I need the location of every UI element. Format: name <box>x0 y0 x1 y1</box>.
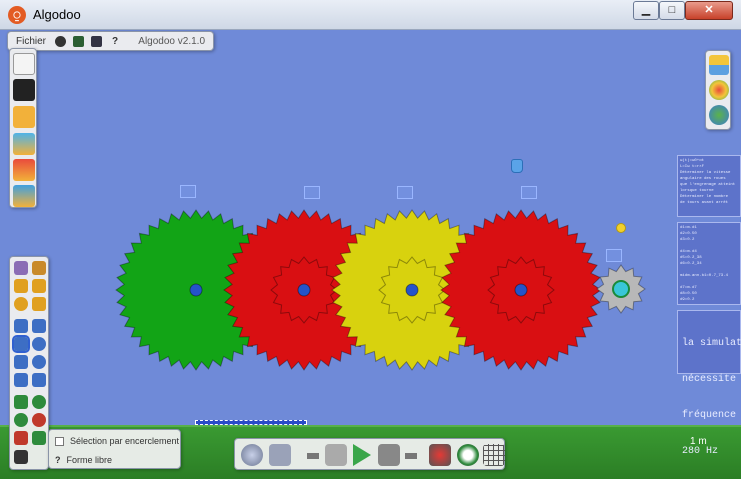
spring-tool-icon[interactable] <box>14 395 28 409</box>
simulation-notice: la simulati nécessite fréquence 280 Hz e… <box>677 310 741 457</box>
drag-tool-icon[interactable] <box>32 279 46 293</box>
export-icon[interactable] <box>73 36 84 47</box>
help-icon[interactable]: ? <box>55 455 61 465</box>
texture-tool-icon[interactable] <box>14 450 28 464</box>
hinge-tool-icon[interactable] <box>14 413 28 427</box>
gear-axle[interactable] <box>189 283 203 297</box>
help-icon[interactable]: ? <box>112 36 118 47</box>
close-button[interactable]: ✕ <box>685 1 733 20</box>
pencil-tool-icon[interactable] <box>32 261 46 275</box>
algodoo-logo-icon: ⍜ <box>8 6 26 24</box>
move-tool-icon[interactable] <box>14 279 28 293</box>
gear-label[interactable] <box>304 186 320 199</box>
menu-bar: Fichier ? Algodoo v2.1.0 <box>7 31 214 51</box>
play-icon[interactable] <box>353 444 371 466</box>
browse-scenes-icon[interactable] <box>13 133 35 155</box>
scale-tool-icon[interactable] <box>32 297 46 311</box>
variables-panel[interactable]: d1=m.d1 d2=0.50 d3=0.2 d4=m.d4 d5=0.2_38… <box>677 222 741 305</box>
view-toolbar <box>705 50 731 130</box>
record-icon[interactable] <box>429 444 451 466</box>
marker-dot[interactable] <box>616 223 626 233</box>
step-back-icon[interactable] <box>307 449 319 459</box>
selection-options-panel: Sélection par encerclement ? Forme libre <box>48 429 181 469</box>
gear-layer[interactable] <box>0 30 741 479</box>
simulation-controls <box>234 438 505 470</box>
gear-axle[interactable] <box>612 280 630 298</box>
scene-store-icon[interactable] <box>13 159 35 181</box>
folder-sync-icon[interactable] <box>13 185 35 207</box>
minimize-button[interactable]: ▁ <box>633 1 659 20</box>
lasso-label: Sélection par encerclement <box>70 436 180 446</box>
freeform-label: Forme libre <box>66 455 113 465</box>
gear-tool-icon[interactable] <box>32 337 46 351</box>
screenshot-icon[interactable] <box>91 36 102 47</box>
fixate-tool-icon[interactable] <box>14 373 28 387</box>
box-tool-icon[interactable] <box>14 355 28 369</box>
rope-tool-icon[interactable] <box>14 319 28 333</box>
gear-label[interactable] <box>521 186 537 199</box>
step-forward-icon[interactable] <box>405 449 417 459</box>
hand-tool-icon[interactable] <box>12 335 30 353</box>
palette-icon[interactable] <box>709 80 729 100</box>
notice-line: fréquence <box>682 410 737 421</box>
open-folder-icon[interactable] <box>13 106 35 128</box>
save-icon[interactable] <box>13 79 35 101</box>
eraser-tool-icon[interactable] <box>32 431 46 445</box>
simulation-canvas[interactable]: 1 m ω(t)=ω0+αt L=Iω t=r×F Déterminer la … <box>0 30 741 479</box>
gear-label[interactable] <box>180 185 196 198</box>
lasso-option[interactable]: Sélection par encerclement <box>55 436 179 446</box>
notice-line: nécessite <box>682 374 737 385</box>
circle-tool-icon[interactable] <box>32 355 46 369</box>
sketch-tool-icon[interactable] <box>14 261 28 275</box>
gear-axle[interactable] <box>297 283 311 297</box>
rotate-tool-icon[interactable] <box>14 297 28 311</box>
gear-axle[interactable] <box>405 283 419 297</box>
scale-ruler <box>195 420 307 425</box>
options-icon[interactable] <box>55 36 66 47</box>
file-menu[interactable]: Fichier <box>16 36 46 47</box>
tracer-tool-icon[interactable] <box>32 413 46 427</box>
thruster-tool-icon[interactable] <box>32 373 46 387</box>
gear-label[interactable] <box>606 249 622 262</box>
gear-label[interactable] <box>397 186 413 199</box>
redo-icon[interactable] <box>378 444 400 466</box>
freeform-option[interactable]: ? Forme libre <box>55 455 112 465</box>
notice-line: 280 Hz <box>682 446 719 457</box>
zoom-icon[interactable] <box>241 444 263 466</box>
script-info-panel[interactable]: ω(t)=ω0+αt L=Iω t=r×F Déterminer la vite… <box>677 155 741 217</box>
layers-icon[interactable] <box>709 55 729 75</box>
new-scene-icon[interactable] <box>13 53 35 75</box>
follow-icon[interactable] <box>457 444 479 466</box>
undo-icon[interactable] <box>325 444 347 466</box>
axle-tool-icon[interactable] <box>32 395 46 409</box>
window-titlebar: ⍜ Algodoo ▁ □ ✕ <box>0 0 741 30</box>
version-label: Algodoo v2.1.0 <box>138 36 205 47</box>
window-title: Algodoo <box>33 7 81 22</box>
notice-line: la simulati <box>682 338 741 349</box>
tools-palette <box>9 256 49 470</box>
hand-cursor-icon <box>511 159 523 173</box>
gear-axle[interactable] <box>514 283 528 297</box>
knife-tool-icon[interactable] <box>32 319 46 333</box>
maximize-button[interactable]: □ <box>659 1 685 20</box>
laser-tool-icon[interactable] <box>14 431 28 445</box>
file-toolbar <box>9 48 37 208</box>
grid-icon[interactable] <box>483 444 505 466</box>
zoom-world-icon[interactable] <box>709 105 729 125</box>
pan-icon[interactable] <box>269 444 291 466</box>
lasso-checkbox[interactable] <box>55 436 64 446</box>
